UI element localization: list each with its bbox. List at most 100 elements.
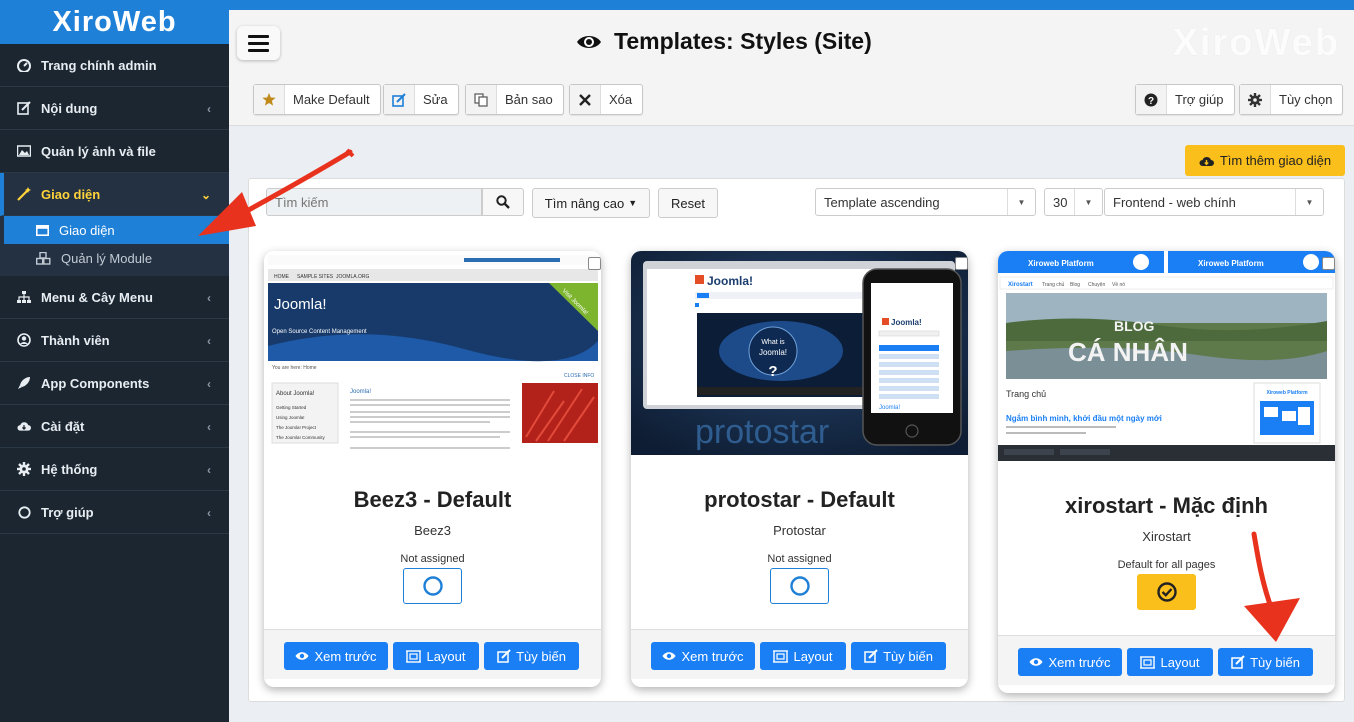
thumb-banner: Xiroweb Platform xyxy=(1028,259,1094,268)
reset-button[interactable]: Reset xyxy=(658,188,718,218)
toolbar: Make Default Sửa Bản sao Xóa ? Trợ giúp … xyxy=(229,74,1354,126)
chevron-left-icon: ‹ xyxy=(207,506,211,520)
layout-button[interactable]: Layout xyxy=(760,642,846,670)
limit-select[interactable]: 30 ▼ xyxy=(1044,188,1103,216)
cubes-icon xyxy=(36,251,51,265)
thumb-nav-item: Xirostart xyxy=(1008,282,1033,288)
template-thumbnail[interactable]: Joomla! What is Joomla! ? Joomla! Joomla… xyxy=(631,251,968,455)
brand-watermark: XiroWeb xyxy=(1172,22,1340,64)
help-button[interactable]: ? Trợ giúp xyxy=(1135,84,1235,115)
template-name: Protostar xyxy=(773,523,826,538)
copy-icon xyxy=(466,85,497,114)
circle-icon xyxy=(422,576,443,596)
eye-icon xyxy=(1029,658,1043,666)
find-templates-button[interactable]: Tìm thêm giao diện xyxy=(1185,145,1345,176)
thumb-video-line2: Joomla! xyxy=(759,348,787,357)
caret-down-icon: ▼ xyxy=(1295,189,1323,215)
search-button[interactable] xyxy=(482,188,524,216)
svg-text:?: ? xyxy=(1148,96,1154,107)
logo[interactable]: XiroWeb xyxy=(0,0,229,44)
select-checkbox[interactable] xyxy=(1322,257,1335,270)
window-icon xyxy=(36,224,49,236)
edit-button[interactable]: Sửa xyxy=(383,84,459,115)
thumb-article-title: Joomla! xyxy=(350,389,371,395)
customize-button[interactable]: Tùy biến xyxy=(1218,648,1313,676)
thumb-video-mark: ? xyxy=(768,363,777,380)
sidebar-item-label: Trợ giúp xyxy=(41,504,94,520)
set-default-button[interactable] xyxy=(770,568,829,604)
thumb-side-link: Using Joomla! xyxy=(276,415,305,420)
thumb-post-title: Ngắm bình minh, khởi đầu một ngày mới xyxy=(1006,414,1162,423)
ordering-select[interactable]: Template ascending ▼ xyxy=(815,188,1036,216)
thumb-hero-line1: BLOG xyxy=(1114,318,1155,334)
sidebar-item-install[interactable]: Cài đặt ‹ xyxy=(0,405,229,448)
sidebar-item-help[interactable]: Trợ giúp ‹ xyxy=(0,491,229,534)
customize-button[interactable]: Tùy biến xyxy=(851,642,946,670)
assignment-status: Not assigned xyxy=(767,553,832,565)
copy-button[interactable]: Bản sao xyxy=(465,84,564,115)
hamburger-menu-button[interactable] xyxy=(237,26,280,60)
thumb-nav-item: HOME xyxy=(274,274,290,280)
close-icon xyxy=(570,85,601,114)
cloud-download-icon xyxy=(17,419,31,433)
sidebar-item-components[interactable]: App Components ‹ xyxy=(0,362,229,405)
template-style-title[interactable]: xirostart - Mặc định xyxy=(998,493,1335,519)
image-icon xyxy=(17,144,31,158)
set-default-button[interactable] xyxy=(403,568,462,604)
delete-button[interactable]: Xóa xyxy=(569,84,644,115)
thumb-hero-line2: CÁ NHÂN xyxy=(1068,337,1188,367)
circle-icon xyxy=(17,505,31,519)
sidebar-item-users[interactable]: Thành viên ‹ xyxy=(0,319,229,362)
layout-button[interactable]: Layout xyxy=(393,642,479,670)
page-title: Templates: Styles (Site) xyxy=(576,28,872,55)
thumb-nav-item: JOOMLA.ORG xyxy=(336,274,369,280)
thumb-side-link: The Joomla! Community xyxy=(276,435,326,440)
gear-icon xyxy=(17,462,31,476)
sitemap-icon xyxy=(17,290,31,304)
customize-button[interactable]: Tùy biến xyxy=(484,642,579,670)
question-circle-icon: ? xyxy=(1136,85,1167,114)
template-style-title[interactable]: protostar - Default xyxy=(631,487,968,513)
thumb-video-line1: What is xyxy=(761,339,785,346)
layout-button[interactable]: Layout xyxy=(1127,648,1213,676)
sidebar-item-label: Hệ thống xyxy=(41,461,98,477)
template-thumbnail[interactable]: HOME SAMPLE SITES JOOMLA.ORG Visit Jooml… xyxy=(264,251,601,455)
sidebar-item-system[interactable]: Hệ thống ‹ xyxy=(0,448,229,491)
sidebar-item-label: Thành viên xyxy=(41,332,110,348)
select-checkbox[interactable] xyxy=(955,257,968,270)
edit-icon xyxy=(1231,655,1245,669)
thumb-wordmark: protostar xyxy=(695,413,829,451)
select-checkbox[interactable] xyxy=(588,257,601,270)
thumb-nav-item: Chuyện xyxy=(1088,282,1105,288)
edit-icon xyxy=(384,85,415,114)
circle-icon xyxy=(789,576,810,596)
preview-button[interactable]: Xem trước xyxy=(284,642,388,670)
thumb-phone-heading: Joomla! xyxy=(879,405,900,411)
layout-icon xyxy=(406,649,422,663)
client-select[interactable]: Frontend - web chính ▼ xyxy=(1104,188,1324,216)
preview-button[interactable]: Xem trước xyxy=(1018,648,1122,676)
card-footer: Xem trước Layout Tùy biến xyxy=(631,629,968,679)
template-style-title[interactable]: Beez3 - Default xyxy=(264,487,601,513)
thumb-nav-item: Trang chủ xyxy=(1042,281,1065,288)
chevron-left-icon: ‹ xyxy=(207,291,211,305)
submenu-item-label: Quản lý Module xyxy=(61,250,153,266)
sidebar-item-label: Menu & Cây Menu xyxy=(41,289,153,305)
make-default-button[interactable]: Make Default xyxy=(253,84,381,115)
preview-button[interactable]: Xem trước xyxy=(651,642,755,670)
main-content: Templates: Styles (Site) XiroWeb Make De… xyxy=(229,10,1354,722)
page-header: Templates: Styles (Site) XiroWeb xyxy=(229,10,1354,74)
advanced-search-button[interactable]: Tìm nâng cao ▼ xyxy=(532,188,650,218)
template-thumbnail[interactable]: Xiroweb Platform Xiroweb Platform Xirost… xyxy=(998,251,1335,461)
sidebar-item-content[interactable]: Nội dung ‹ xyxy=(0,87,229,130)
eye-icon xyxy=(662,652,676,660)
thumb-brand: Joomla! xyxy=(274,296,327,313)
sidebar-item-dashboard[interactable]: Trang chính admin xyxy=(0,44,229,87)
check-circle-icon xyxy=(1156,582,1177,602)
sidebar-item-menus[interactable]: Menu & Cây Menu ‹ xyxy=(0,276,229,319)
default-indicator xyxy=(1137,574,1196,610)
sidebar-item-label: Cài đặt xyxy=(41,418,85,434)
annotation-arrow xyxy=(198,148,355,236)
options-button[interactable]: Tùy chọn xyxy=(1239,84,1344,115)
template-card: Joomla! What is Joomla! ? Joomla! Joomla… xyxy=(631,251,968,687)
